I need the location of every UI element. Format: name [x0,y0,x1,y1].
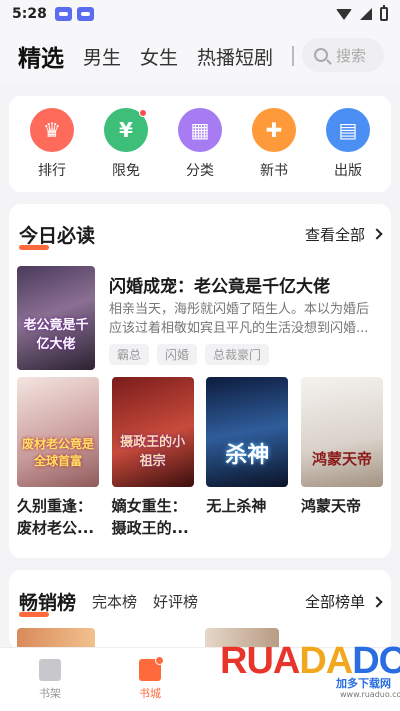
book-cover: 老公竟是千亿大佬 [17,266,95,370]
today-must-read-section: 今日必读 查看全部 老公竟是千亿大佬 闪婚成宠：老公竟是千亿大佬 相亲当天，海彤… [9,204,391,558]
status-bar: 5:28 [0,0,400,28]
book-title: 久别重逢：废材老公... [17,497,95,537]
book-description: 相亲当天，海彤就闪婚了陌生人。本以为婚后应该过着相敬如宾且平凡的生活没想到闪婚.… [109,302,370,336]
search-input[interactable]: 搜索 [302,38,384,72]
chevron-right-icon [371,595,383,608]
featured-book[interactable]: 老公竟是千亿大佬 闪婚成宠：老公竟是千亿大佬 相亲当天，海彤就闪婚了陌生人。本以… [17,266,383,370]
bookshelf-icon [39,658,61,681]
section-title: 今日必读 [19,224,96,247]
section-title[interactable]: 畅销榜 [19,592,76,614]
discount-tag-icon: ¥ [104,108,148,152]
tab-male[interactable]: 男生 [83,43,121,70]
category-classify[interactable]: ▦ 分类 [168,108,232,180]
all-rankings-button[interactable]: 全部榜单 [304,591,383,612]
tag[interactable]: 闪婚 [157,344,198,365]
watermark-subtitle: 加多下载网 [336,677,391,690]
game-controller-icon [54,7,72,21]
book-grid: 废材老公竟是全球首富 久别重逢：废材老公... 摄政王的小祖宗 嫡女重生：摄政王… [17,377,383,539]
section-title-wrap: 畅销榜 [19,588,76,617]
book-title: 鸿蒙天帝 [300,497,361,515]
book-cover: 废材老公竟是全球首富 [17,377,99,487]
cover-title-art: 摄政王的小祖宗 [120,435,186,469]
nav-label: 书架 [39,686,61,700]
tag[interactable]: 总裁豪门 [205,344,270,365]
view-all-label: 查看全部 [304,225,365,244]
trophy-icon: ♛ [30,108,74,152]
nav-label: 书城 [139,686,161,700]
grid-icon: ▦ [178,108,222,152]
book-cover: 摄政王的小祖宗 [111,377,194,487]
category-label: 出版 [334,163,362,179]
book-cover: 鸿蒙天帝 [300,377,383,487]
tab-featured[interactable]: 精选 [18,39,64,73]
wifi-icon [336,8,352,20]
notification-dot [139,109,147,117]
tab-completed-ranking[interactable]: 完本榜 [92,591,137,612]
cover-title-art: 废材老公竟是全球首富 [21,437,94,468]
cover-title-art: 杀神 [225,443,270,468]
category-label: 分类 [186,163,214,179]
book-card[interactable]: 废材老公竟是全球首富 久别重逢：废材老公... [17,377,99,539]
section-header: 畅销榜 完本榜 好评榜 全部榜单 [19,588,383,617]
tag-list: 霸总 闪婚 总裁豪门 [109,344,270,365]
book-card[interactable]: 杀神 无上杀神 [206,377,289,539]
category-free[interactable]: ¥ 限免 [94,108,158,180]
thumbs-up-icon: ✚ [252,108,296,152]
section-title-wrap: 今日必读 [19,221,96,250]
game-controller-icon [76,7,94,21]
category-published[interactable]: ▤ 出版 [316,108,380,180]
nav-bookshelf[interactable]: 书架 [10,658,90,701]
book-title: 嫡女重生：摄政王的... [111,497,189,537]
book-cover: 杀神 [206,377,289,487]
book-title: 闪婚成宠：老公竟是千亿大佬 [109,277,330,297]
category-new-books[interactable]: ✚ 新书 [242,108,306,180]
category-shortcuts: ♛ 排行 ¥ 限免 ▦ 分类 ✚ 新书 ▤ 出版 [9,96,391,192]
book-title: 无上杀神 [206,497,267,515]
tab-short-drama[interactable]: 热播短剧 [197,43,273,70]
signal-icon [360,8,372,20]
book-card[interactable]: 鸿蒙天帝 鸿蒙天帝 [300,377,383,539]
view-all-button[interactable]: 查看全部 [304,224,383,245]
tab-overflow-hint [292,46,300,66]
tag[interactable]: 霸总 [109,344,150,365]
tab-top-rated-ranking[interactable]: 好评榜 [153,591,198,612]
category-label: 排行 [38,163,66,179]
category-label: 限免 [112,163,140,179]
nav-bookstore[interactable]: 书城 [110,655,190,701]
book-icon: ▤ [326,108,370,152]
watermark-url: www.ruaduo.com [340,690,400,699]
search-placeholder: 搜索 [336,46,367,65]
top-tab-bar: 精选 男生 女生 热播短剧 搜索 [0,28,400,84]
cover-title-art: 鸿蒙天帝 [311,450,372,468]
category-ranking[interactable]: ♛ 排行 [20,108,84,180]
book-card[interactable]: 摄政王的小祖宗 嫡女重生：摄政王的... [111,377,194,539]
bookstore-icon [139,655,164,681]
search-icon [314,48,328,62]
battery-icon [380,5,388,21]
category-label: 新书 [260,163,288,179]
watermark-logo: RUADADO 加多下载网 www.ruaduo.com [220,640,400,704]
bestseller-section: 畅销榜 完本榜 好评榜 全部榜单 [9,570,391,650]
all-rankings-label: 全部榜单 [304,593,365,611]
section-header: 今日必读 查看全部 [19,220,383,250]
tab-female[interactable]: 女生 [140,43,178,70]
cover-title-art: 老公竟是千亿大佬 [23,318,89,352]
status-indicators [336,5,388,21]
chevron-right-icon [371,228,383,240]
status-time: 5:28 [12,6,47,22]
